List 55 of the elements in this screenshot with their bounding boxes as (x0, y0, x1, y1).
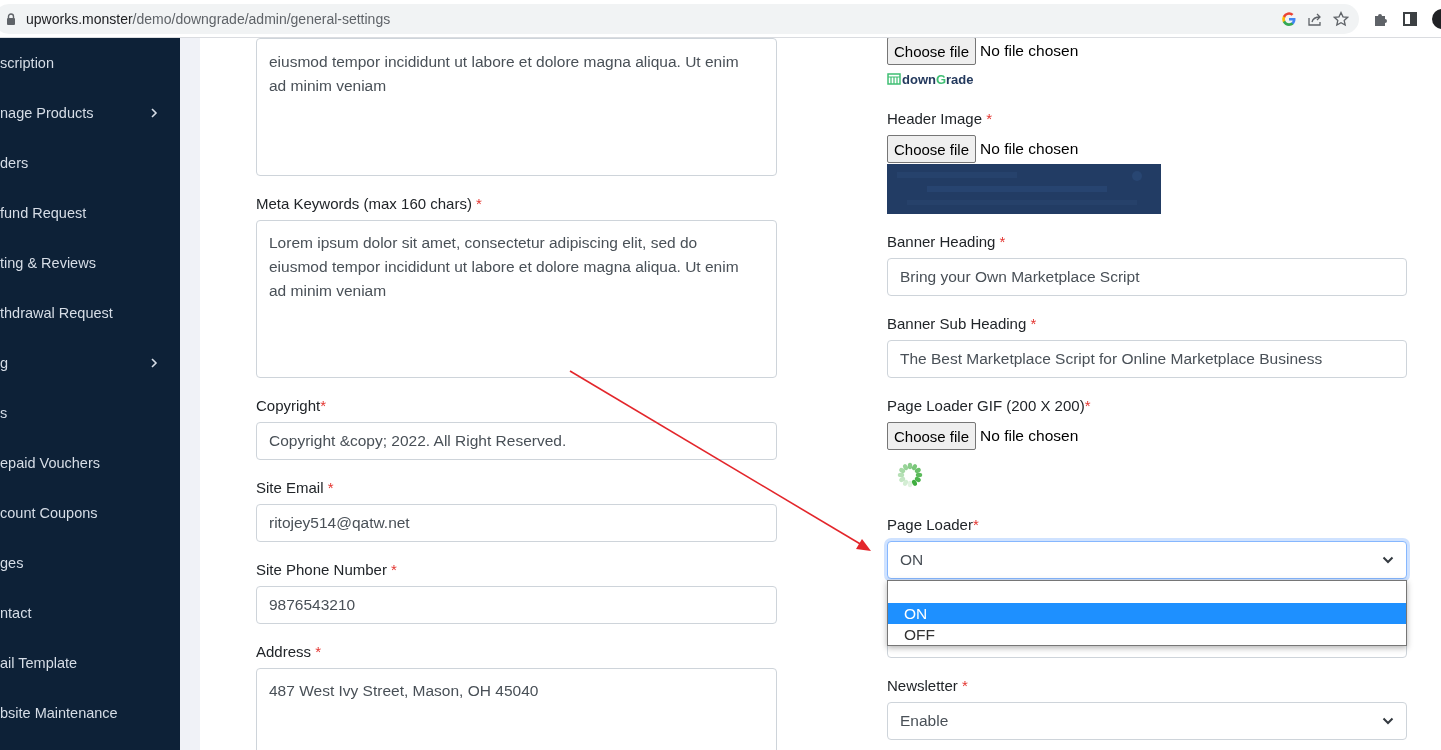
sidebar-item[interactable]: fund Request (0, 188, 180, 238)
field-label: Page Loader GIF (200 X 200)* (887, 396, 1091, 416)
field-label: Banner Heading * (887, 232, 1006, 252)
loading-spinner-icon (897, 462, 923, 488)
field-label: Header Image * (887, 109, 993, 129)
sidebar-item[interactable]: g (0, 338, 180, 388)
field-label: Address * (256, 642, 322, 662)
sidebar-item[interactable]: bsite Maintenance (0, 688, 180, 738)
chevron-right-icon (150, 357, 158, 369)
avatar-icon[interactable] (1431, 7, 1441, 30)
sidebar-item[interactable]: epaid Vouchers (0, 438, 180, 488)
logo: downGrade (887, 71, 974, 87)
dropdown-option[interactable]: OFF (888, 624, 1406, 645)
text-input[interactable]: ritojey514@qatw.net (256, 504, 777, 542)
field-label: Banner Sub Heading * (887, 314, 1037, 334)
sidebar-item[interactable]: ail Template (0, 638, 180, 688)
sidebar-item[interactable]: nage Products (0, 88, 180, 138)
chevron-down-icon (1382, 717, 1394, 725)
file-status: No file chosen (980, 427, 1079, 445)
sidebar-item[interactable]: thdrawal Request (0, 288, 180, 338)
select-field[interactable]: Enable (887, 702, 1407, 740)
chevron-right-icon (150, 107, 158, 119)
sidebar-item[interactable]: ges (0, 538, 180, 588)
side-panel-icon[interactable] (1403, 11, 1417, 26)
text-input[interactable]: Bring your Own Marketplace Script (887, 258, 1407, 296)
select-field[interactable]: ON (887, 541, 1407, 579)
field-label: Site Email * (256, 478, 334, 498)
text-input[interactable]: Copyright &copy; 2022. All Right Reserved. (256, 422, 777, 460)
sidebar-item[interactable]: ders (0, 138, 180, 188)
text-input[interactable]: The Best Marketplace Script for Online Marketplace Business (887, 340, 1407, 378)
url-text: upworks.monster/demo/downgrade/admin/general-settings (26, 10, 391, 27)
text-area[interactable]: Lorem ipsum dolor sit amet, consectetur adipiscing elit, sed do eiusmod tempor incididunt ut labore et dolore magna aliqua. Ut enim ad minim veniam (256, 220, 777, 378)
field-label: Copyright* (256, 396, 327, 416)
text-input[interactable]: 9876543210 (256, 586, 777, 624)
field-label: Page Loader* (887, 515, 979, 535)
google-icon[interactable] (1281, 10, 1297, 27)
text-area[interactable]: eiusmod tempor incididunt ut labore et dolore magna aliqua. Ut enim ad minim veniam (256, 38, 777, 176)
file-status: No file chosen (980, 42, 1079, 60)
sidebar-item[interactable]: scription (0, 38, 180, 88)
sidebar-item[interactable]: ntact (0, 588, 180, 638)
lock-icon (6, 12, 16, 25)
chevron-down-icon (1382, 556, 1394, 564)
address-bar[interactable]: upworks.monster/demo/downgrade/admin/general-settings (0, 3, 1359, 34)
choose-file-button[interactable]: Choose file (887, 135, 977, 163)
field-label: Site Phone Number * (256, 560, 397, 580)
file-status: No file chosen (980, 140, 1079, 158)
star-icon[interactable] (1333, 10, 1349, 27)
field-label: Newsletter * (887, 676, 968, 696)
sidebar-item[interactable]: count Coupons (0, 488, 180, 538)
sidebar-item[interactable]: s (0, 388, 180, 438)
field-label: Meta Keywords (max 160 chars) * (256, 194, 482, 214)
text-area[interactable]: 487 West Ivy Street, Mason, OH 45040 (256, 668, 777, 750)
sidebar-item[interactable]: ting & Reviews (0, 238, 180, 288)
choose-file-button[interactable]: Choose file (887, 422, 977, 450)
choose-file-button[interactable]: Choose file (887, 38, 977, 65)
